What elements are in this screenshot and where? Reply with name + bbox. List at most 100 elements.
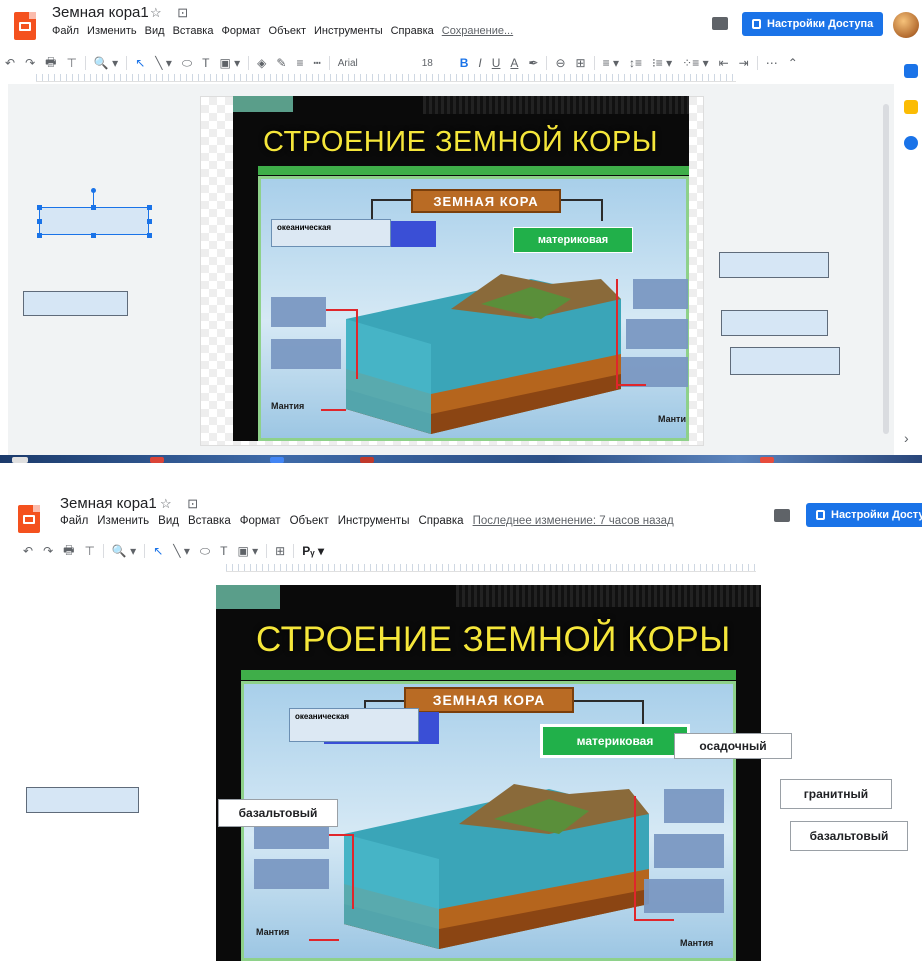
border-weight-icon[interactable]: ≡	[291, 56, 308, 70]
font-select[interactable]: Arial	[333, 58, 417, 69]
menu-help[interactable]: Справка	[391, 25, 434, 37]
slides-logo-icon[interactable]	[14, 12, 36, 40]
add-comment-icon[interactable]: ⊞	[571, 56, 591, 70]
calendar-icon[interactable]	[904, 64, 918, 78]
resize-handle[interactable]	[91, 205, 96, 210]
answer-box[interactable]	[26, 787, 139, 813]
answer-box[interactable]	[719, 252, 829, 278]
resize-handle[interactable]	[37, 219, 42, 224]
border-color-icon[interactable]: ✎	[271, 56, 291, 70]
star-folder-icons[interactable]: ☆ ⊡	[160, 496, 204, 512]
indent-less-icon[interactable]: ⇤	[714, 56, 734, 70]
save-status[interactable]: Сохранение...	[442, 25, 513, 37]
select-icon[interactable]: ↖	[130, 56, 150, 70]
align-icon[interactable]: ≡ ▾	[598, 56, 624, 70]
resize-handle[interactable]	[147, 205, 152, 210]
slides-logo-icon[interactable]	[18, 505, 40, 533]
textbox-icon[interactable]: T	[197, 56, 214, 70]
menu-object[interactable]: Объект	[269, 25, 306, 37]
slide[interactable]: СТРОЕНИЕ ЗЕМНОЙ КОРЫ ЗЕМНАЯ КОРА океанич…	[233, 96, 689, 441]
redo-icon[interactable]: ↷	[20, 56, 40, 70]
paint-format-icon[interactable]: ⊤	[61, 56, 81, 70]
star-folder-icons[interactable]: ☆ ⊡	[150, 5, 194, 21]
pointer-line	[321, 409, 346, 411]
answer-box[interactable]	[721, 310, 828, 336]
line-icon[interactable]: ╲ ▾	[168, 544, 195, 558]
comments-icon[interactable]	[774, 509, 790, 522]
word-card-basalt[interactable]: базальтовый	[790, 821, 908, 851]
ruler[interactable]	[226, 564, 756, 572]
menu-view[interactable]: Вид	[145, 25, 165, 37]
zoom-icon[interactable]: 🔍 ▾	[107, 544, 141, 558]
word-card-granite[interactable]: гранитный	[780, 779, 892, 809]
input-tools-icon[interactable]: Pᵧ ▾	[297, 544, 329, 558]
zoom-icon[interactable]: 🔍 ▾	[89, 56, 123, 70]
slide[interactable]: СТРОЕНИЕ ЗЕМНОЙ КОРЫ ЗЕМНАЯ КОРА океанич…	[216, 585, 761, 961]
menu-view[interactable]: Вид	[158, 515, 179, 527]
redo-icon[interactable]: ↷	[38, 544, 58, 558]
print-icon[interactable]: 🖶	[58, 541, 79, 562]
bulleted-list-icon[interactable]: ⁘≡ ▾	[677, 56, 713, 70]
italic-icon[interactable]: I	[473, 56, 486, 70]
collapse-icon[interactable]: ⌃	[783, 56, 803, 70]
menu-tools[interactable]: Инструменты	[314, 25, 383, 37]
selected-textbox[interactable]	[39, 207, 149, 235]
shape-icon[interactable]: ⬭	[177, 56, 197, 71]
word-card-basalt-placed[interactable]: базальтовый	[218, 799, 338, 827]
textbox-icon[interactable]: T	[215, 544, 232, 558]
menu-tools[interactable]: Инструменты	[338, 515, 410, 527]
line-icon[interactable]: ╲ ▾	[150, 56, 177, 70]
last-edit-link[interactable]: Последнее изменение: 7 часов назад	[473, 515, 674, 527]
image-icon[interactable]: ▣ ▾	[232, 544, 263, 558]
doc-title[interactable]: Земная кора1	[60, 495, 157, 512]
menu-edit[interactable]: Изменить	[97, 515, 149, 527]
menu-format[interactable]: Формат	[221, 25, 260, 37]
menu-help[interactable]: Справка	[418, 515, 463, 527]
underline-icon[interactable]: U	[487, 56, 506, 70]
avatar[interactable]	[893, 12, 919, 38]
line-spacing-icon[interactable]: ↕≡	[624, 56, 647, 70]
resize-handle[interactable]	[147, 219, 152, 224]
resize-handle[interactable]	[37, 233, 42, 238]
highlight-icon[interactable]: ✒	[523, 56, 543, 70]
font-size-select[interactable]: 18	[417, 58, 455, 69]
comments-icon[interactable]	[712, 17, 728, 30]
share-button[interactable]: Настройки Доступа	[742, 12, 884, 36]
add-comment-icon[interactable]: ⊞	[270, 544, 290, 558]
border-dash-icon[interactable]: ┅	[308, 56, 325, 70]
more-icon[interactable]: ⋯	[761, 56, 783, 70]
keep-icon[interactable]	[904, 100, 918, 114]
paint-format-icon[interactable]: ⊤	[79, 544, 99, 558]
menu-format[interactable]: Формат	[240, 515, 281, 527]
menu-file[interactable]: Файл	[60, 515, 88, 527]
menu-edit[interactable]: Изменить	[87, 25, 137, 37]
answer-box[interactable]	[730, 347, 840, 375]
shape-icon[interactable]: ⬭	[195, 544, 215, 559]
undo-icon[interactable]: ↶	[18, 544, 38, 558]
menu-insert[interactable]: Вставка	[173, 25, 214, 37]
indent-more-icon[interactable]: ⇥	[734, 56, 754, 70]
scrollbar[interactable]	[883, 104, 889, 434]
fill-color-icon[interactable]: ◈	[252, 56, 271, 70]
resize-handle[interactable]	[37, 205, 42, 210]
print-icon[interactable]: 🖶	[40, 53, 61, 74]
undo-icon[interactable]: ↶	[0, 56, 20, 70]
menu-file[interactable]: Файл	[52, 25, 79, 37]
side-panel-chevron-icon[interactable]: ›	[904, 430, 909, 446]
menu-object[interactable]: Объект	[290, 515, 329, 527]
link-icon[interactable]: ⊖	[550, 56, 570, 70]
bold-icon[interactable]: B	[455, 56, 474, 70]
tasks-icon[interactable]	[904, 136, 918, 150]
resize-handle[interactable]	[147, 233, 152, 238]
select-icon[interactable]: ↖	[148, 544, 168, 558]
share-button[interactable]: Настройки Досту	[806, 503, 922, 527]
image-icon[interactable]: ▣ ▾	[214, 56, 245, 70]
doc-title[interactable]: Земная кора1	[52, 4, 149, 21]
menu-insert[interactable]: Вставка	[188, 515, 231, 527]
resize-handle[interactable]	[91, 233, 96, 238]
ruler[interactable]	[36, 74, 736, 82]
numbered-list-icon[interactable]: ⁝≡ ▾	[647, 56, 677, 70]
word-card-sedimentary[interactable]: осадочный	[674, 733, 792, 759]
text-color-icon[interactable]: A	[505, 56, 523, 70]
answer-box[interactable]	[23, 291, 128, 316]
